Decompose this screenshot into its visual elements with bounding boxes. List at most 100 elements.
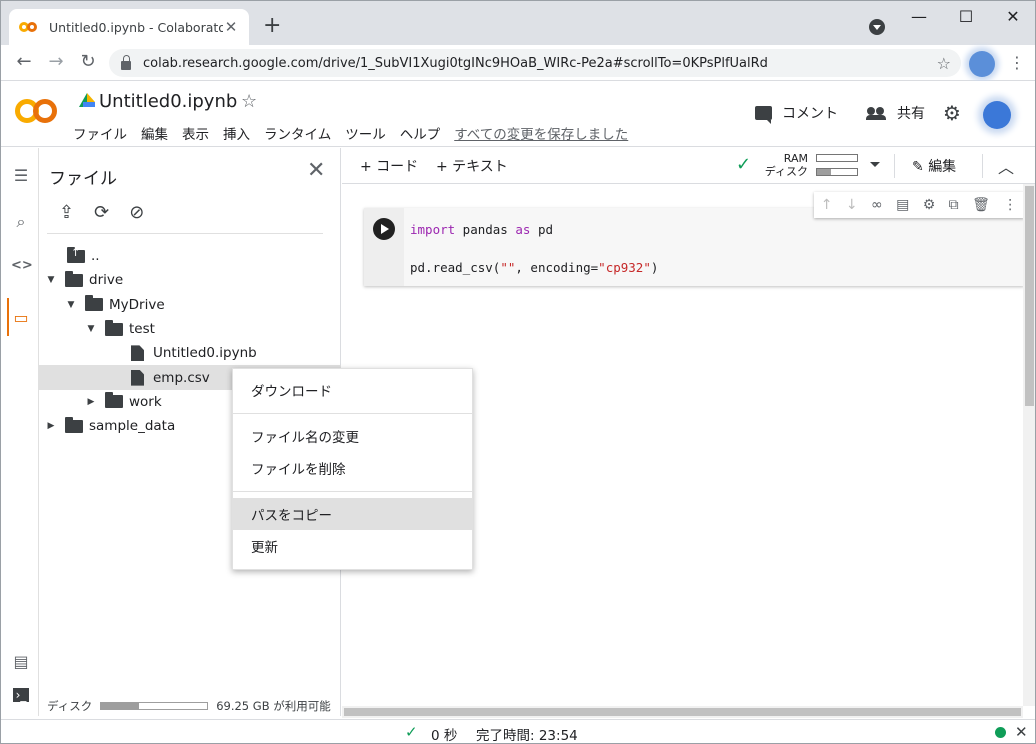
menu-help[interactable]: ヘルプ: [400, 123, 441, 143]
menu-tools[interactable]: ツール: [345, 123, 386, 143]
drive-icon[interactable]: [79, 93, 95, 107]
chevron-right-icon[interactable]: ▶: [45, 421, 57, 431]
tree-row-parent[interactable]: ..: [39, 244, 341, 268]
add-code-button[interactable]: + コード: [360, 156, 418, 176]
folder-icon: [85, 295, 103, 312]
delete-icon[interactable]: 🗑: [972, 197, 990, 213]
tab-search-icon[interactable]: [869, 19, 885, 35]
scroll-thumb[interactable]: [344, 708, 1021, 716]
add-text-button[interactable]: + テキスト: [436, 156, 508, 176]
new-tab-button[interactable]: +: [263, 13, 281, 38]
link-icon[interactable]: ∞: [871, 197, 883, 213]
refresh-folder-icon[interactable]: ⟳: [94, 202, 109, 223]
menu-edit[interactable]: 編集: [141, 123, 168, 143]
chevron-up-icon[interactable]: ︿: [998, 154, 1014, 178]
scroll-thumb[interactable]: [1025, 186, 1034, 406]
tree-item-label: emp.csv: [153, 369, 210, 386]
comment-button[interactable]: コメント: [755, 103, 838, 124]
share-button[interactable]: 共有: [866, 103, 925, 123]
notebook-title[interactable]: Untitled0.ipynb: [99, 91, 237, 112]
menu-item-delete[interactable]: ファイルを削除: [233, 452, 472, 484]
more-vert-icon[interactable]: ⋮: [1003, 197, 1017, 213]
minimize-button[interactable]: —: [909, 7, 929, 26]
chevron-right-icon[interactable]: ▶: [85, 397, 97, 407]
chevron-down-icon[interactable]: ▼: [85, 324, 97, 334]
account-avatar[interactable]: [983, 101, 1011, 129]
menu-runtime[interactable]: ランタイム: [264, 123, 331, 143]
tab-close-button[interactable]: ✕: [223, 18, 239, 36]
close-icon[interactable]: ✕: [1015, 723, 1028, 741]
unmount-drive-icon[interactable]: ⊘: [129, 202, 144, 223]
move-down-icon[interactable]: ↓: [846, 197, 858, 213]
star-icon[interactable]: ☆: [241, 91, 257, 112]
terminal-icon[interactable]: ›_: [13, 688, 29, 702]
chevron-down-icon[interactable]: [870, 162, 880, 167]
upload-icon[interactable]: ⇪: [59, 202, 74, 223]
code-cell[interactable]: import pandas as pd pd.read_csv("", enco…: [364, 208, 1024, 286]
tree-row-test[interactable]: ▼ test: [39, 317, 341, 341]
tree-row-drive[interactable]: ▼ drive: [39, 268, 341, 292]
colab-logo-icon[interactable]: [15, 99, 59, 123]
code-token: import: [410, 222, 456, 237]
move-up-icon[interactable]: ↑: [821, 197, 833, 213]
tab-strip: Untitled0.ipynb - Colaboratory ✕ + — ☐ ✕: [1, 1, 1035, 45]
tree-row-untitled0[interactable]: Untitled0.ipynb: [39, 341, 341, 365]
run-cell-icon[interactable]: [373, 218, 395, 240]
disk-free-text: 69.25 GB が利用可能: [216, 699, 331, 713]
vertical-scrollbar[interactable]: [1023, 184, 1035, 706]
toc-list-icon[interactable]: ☰: [11, 166, 31, 185]
folder-icon: [105, 319, 123, 336]
menu-item-download[interactable]: ダウンロード: [233, 374, 472, 406]
code-token: as: [515, 222, 531, 237]
horizontal-scrollbar[interactable]: [342, 706, 1023, 718]
file-icon: [131, 345, 144, 362]
command-palette-icon[interactable]: ▤: [11, 652, 31, 671]
resource-labels[interactable]: RAM ディスク: [756, 152, 808, 178]
code-snippets-icon[interactable]: <>: [11, 258, 33, 273]
url-text[interactable]: colab.research.google.com/drive/1_SubVI1…: [143, 56, 937, 71]
completed-time: 完了時間: 23:54: [476, 728, 578, 744]
files-folder-icon[interactable]: ▭: [11, 308, 31, 327]
disk-resource-label: ディスク: [764, 165, 808, 178]
elapsed-time: 0 秒: [431, 728, 458, 744]
address-bar[interactable]: colab.research.google.com/drive/1_SubVI1…: [109, 49, 961, 77]
browser-profile-avatar[interactable]: [969, 51, 995, 77]
menu-item-refresh[interactable]: 更新: [233, 530, 472, 562]
chevron-down-icon[interactable]: ▼: [65, 300, 77, 310]
menu-item-rename[interactable]: ファイル名の変更: [233, 420, 472, 452]
window-close-button[interactable]: ✕: [1003, 7, 1023, 26]
menu-file[interactable]: ファイル: [73, 123, 127, 143]
close-icon[interactable]: ✕: [307, 158, 325, 183]
folder-icon: [105, 392, 123, 409]
edit-button[interactable]: ✎ 編集: [912, 156, 956, 176]
maximize-button[interactable]: ☐: [956, 7, 976, 26]
search-icon[interactable]: ⌕: [11, 212, 31, 232]
browser-tab[interactable]: Untitled0.ipynb - Colaboratory ✕: [9, 9, 249, 45]
folder-up-icon: [67, 246, 85, 263]
settings-gear-icon[interactable]: ⚙: [923, 197, 936, 213]
menu-view[interactable]: 表示: [182, 123, 209, 143]
menu-insert[interactable]: 挿入: [223, 123, 250, 143]
back-arrow-icon[interactable]: ←: [13, 51, 35, 72]
divider: [894, 154, 895, 178]
save-status[interactable]: すべての変更を保存しました: [454, 123, 628, 143]
tree-row-mydrive[interactable]: ▼ MyDrive: [39, 293, 341, 317]
comment-icon[interactable]: ▤: [896, 197, 909, 213]
active-indicator: [7, 298, 9, 336]
code-editor[interactable]: import pandas as pd pd.read_csv("", enco…: [410, 220, 658, 277]
bookmark-star-icon[interactable]: ☆: [937, 54, 951, 73]
code-token: "cp932": [598, 260, 651, 275]
files-toolbar: ⇪ ⟳ ⊘: [59, 202, 144, 223]
chevron-down-icon[interactable]: ▼: [45, 275, 57, 285]
colab-header: Untitled0.ipynb ☆ ファイル 編集 表示 挿入 ランタイム ツー…: [1, 81, 1035, 147]
settings-gear-icon[interactable]: ⚙: [943, 101, 961, 125]
disk-resource-meter-fill: [817, 169, 831, 175]
browser-menu-icon[interactable]: ⋮: [1009, 53, 1025, 72]
share-label: 共有: [897, 106, 925, 122]
forward-arrow-icon[interactable]: →: [45, 51, 67, 72]
reload-icon[interactable]: ↻: [77, 51, 99, 72]
disk-meter: [100, 702, 209, 710]
mirror-cell-icon[interactable]: ⧉: [949, 197, 959, 213]
menu-item-copy-path[interactable]: パスをコピー: [233, 498, 472, 530]
cell-toolbar: ↑ ↓ ∞ ▤ ⚙ ⧉ 🗑 ⋮: [814, 192, 1024, 218]
